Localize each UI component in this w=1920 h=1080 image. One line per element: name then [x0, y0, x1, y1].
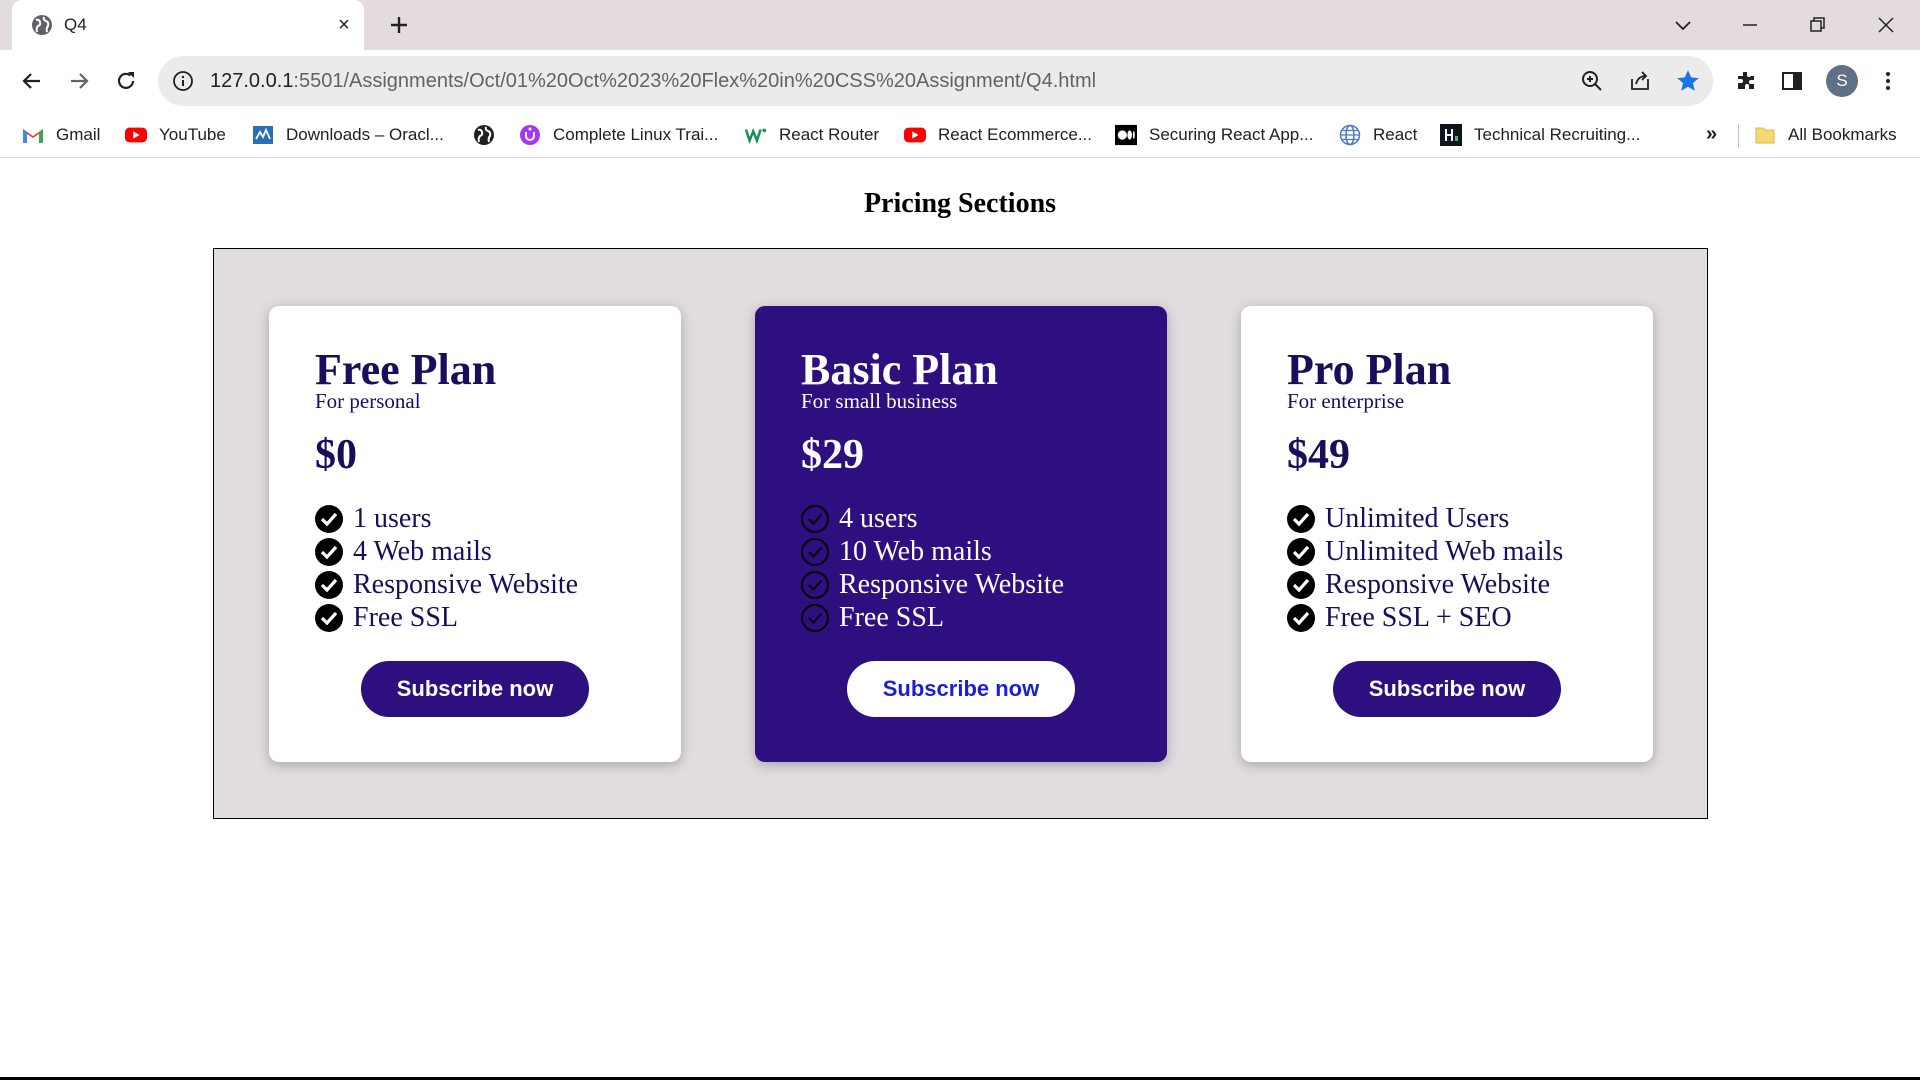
youtube-icon: [125, 124, 147, 146]
bookmark-technical-recruiting[interactable]: Technical Recruiting...: [1440, 122, 1640, 148]
plan-price: $49: [1287, 432, 1350, 478]
bookmarks-separator: [1738, 124, 1739, 148]
gmail-icon: [22, 124, 44, 146]
check-circle-outline-icon: [801, 603, 829, 632]
feature-item: Free SSL: [800, 601, 1064, 634]
plan-price: $29: [801, 432, 864, 478]
reload-icon[interactable]: [108, 63, 144, 99]
feature-list: 4 users 10 Web mails Responsive Website …: [800, 502, 1064, 634]
feature-list: 1 users 4 Web mails Responsive Website F…: [314, 502, 578, 634]
feature-item: Free SSL: [314, 601, 578, 634]
oracle-icon: [252, 124, 274, 146]
tab-search-icon[interactable]: [1666, 8, 1700, 42]
feature-item: 4 Web mails: [314, 535, 578, 568]
forward-icon[interactable]: [61, 63, 97, 99]
browser-tab[interactable]: Q4 ×: [12, 0, 364, 50]
plan-subtitle: For enterprise: [1287, 389, 1405, 413]
plan-price: $0: [315, 432, 357, 478]
plan-name: Basic Plan: [801, 345, 998, 394]
zoom-icon[interactable]: [1579, 68, 1605, 94]
more-bookmarks-button[interactable]: »: [1706, 123, 1717, 146]
close-tab-icon[interactable]: ×: [332, 13, 356, 37]
bookmark-oracle[interactable]: Downloads – Oracl...: [252, 122, 444, 148]
browser-toolbar: 127.0.0.1:5501/Assignments/Oct/01%20Oct%…: [0, 50, 1920, 112]
close-window-icon[interactable]: [1869, 8, 1903, 42]
plan-name: Free Plan: [315, 345, 497, 394]
back-icon[interactable]: [14, 63, 50, 99]
feature-item: Free SSL + SEO: [1286, 601, 1563, 634]
share-icon[interactable]: [1627, 68, 1653, 94]
address-bar[interactable]: 127.0.0.1:5501/Assignments/Oct/01%20Oct%…: [158, 56, 1713, 106]
bookmark-youtube[interactable]: YouTube: [125, 122, 226, 148]
medium-icon: [1115, 124, 1137, 146]
new-tab-icon[interactable]: [385, 11, 413, 39]
all-bookmarks-button[interactable]: All Bookmarks: [1754, 122, 1897, 148]
globe-icon: [32, 15, 52, 35]
side-panel-icon[interactable]: [1774, 63, 1810, 99]
bookmark-star-icon[interactable]: [1675, 68, 1701, 94]
feature-item: Unlimited Users: [1286, 502, 1563, 535]
tab-strip: Q4 ×: [0, 0, 1920, 50]
menu-icon[interactable]: [1870, 63, 1906, 99]
feature-item: Responsive Website: [800, 568, 1064, 601]
feature-item: 1 users: [314, 502, 578, 535]
bookmark-linux-training[interactable]: Complete Linux Trai...: [519, 122, 718, 148]
check-circle-icon: [315, 603, 343, 632]
globe-icon: [473, 124, 495, 146]
subscribe-button-pro[interactable]: Subscribe now: [1333, 661, 1561, 717]
subscribe-button-free[interactable]: Subscribe now: [361, 661, 589, 717]
check-circle-outline-icon: [801, 570, 829, 599]
pricing-container: Free Plan For personal $0 1 users 4 Web …: [213, 248, 1708, 819]
bookmark-react-router[interactable]: React Router: [745, 122, 879, 148]
webflow-icon: [745, 124, 767, 146]
feature-list: Unlimited Users Unlimited Web mails Resp…: [1286, 502, 1563, 634]
check-circle-icon: [1287, 570, 1315, 599]
check-circle-icon: [1287, 504, 1315, 533]
plan-subtitle: For small business: [801, 389, 958, 413]
site-info-icon[interactable]: [172, 70, 194, 92]
pricing-card-pro: Pro Plan For enterprise $49 Unlimited Us…: [1241, 306, 1653, 762]
plan-subtitle: For personal: [315, 389, 421, 413]
bookmarks-bar: Gmail YouTube Downloads – Oracl... Compl…: [0, 112, 1920, 158]
profile-avatar[interactable]: S: [1826, 65, 1858, 97]
check-circle-outline-icon: [801, 504, 829, 533]
pricing-card-basic: Basic Plan For small business $29 4 user…: [755, 306, 1167, 762]
check-circle-icon: [315, 504, 343, 533]
bookmark-react[interactable]: React: [1339, 122, 1417, 148]
feature-item: 10 Web mails: [800, 535, 1064, 568]
plan-name: Pro Plan: [1287, 345, 1452, 394]
url-text[interactable]: 127.0.0.1:5501/Assignments/Oct/01%20Oct%…: [210, 70, 1096, 93]
bookmark-react-ecommerce[interactable]: React Ecommerce...: [904, 122, 1092, 148]
check-circle-icon: [1287, 603, 1315, 632]
feature-item: Responsive Website: [314, 568, 578, 601]
check-circle-icon: [1287, 537, 1315, 566]
folder-icon: [1754, 124, 1776, 146]
youtube-icon: [904, 124, 926, 146]
feature-item: Responsive Website: [1286, 568, 1563, 601]
tab-title: Q4: [64, 15, 87, 34]
bookmark-securing-react[interactable]: Securing React App...: [1115, 122, 1313, 148]
check-circle-icon: [315, 570, 343, 599]
feature-item: 4 users: [800, 502, 1064, 535]
restore-icon[interactable]: [1800, 8, 1834, 42]
globe-icon: [1339, 124, 1361, 146]
bookmark-gmail[interactable]: Gmail: [22, 122, 100, 148]
feature-item: Unlimited Web mails: [1286, 535, 1563, 568]
extensions-icon[interactable]: [1728, 63, 1764, 99]
minimize-icon[interactable]: [1733, 8, 1767, 42]
udemy-icon: [519, 124, 541, 146]
pricing-card-free: Free Plan For personal $0 1 users 4 Web …: [269, 306, 681, 762]
check-circle-outline-icon: [801, 537, 829, 566]
bookmark-globe[interactable]: [473, 122, 507, 148]
subscribe-button-basic[interactable]: Subscribe now: [847, 661, 1075, 717]
hackerrank-icon: [1440, 124, 1462, 146]
page-title: Pricing Sections: [863, 188, 1057, 219]
check-circle-icon: [315, 537, 343, 566]
